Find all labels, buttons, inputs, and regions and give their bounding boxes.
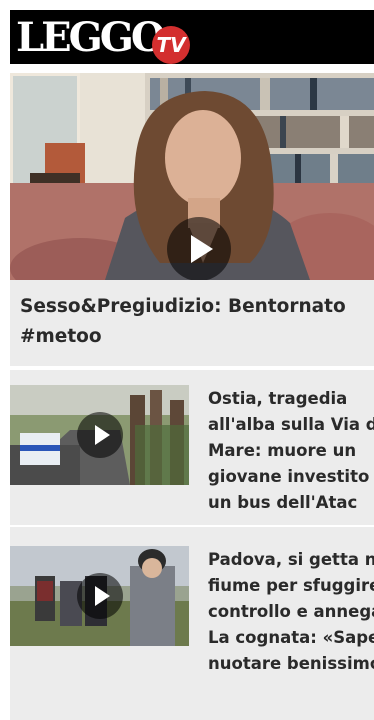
logo-tv-badge[interactable]: TV bbox=[152, 26, 190, 64]
story-title[interactable]: Ostia, tragedia all'alba sulla Via del M… bbox=[208, 386, 374, 516]
story-thumbnail[interactable] bbox=[10, 546, 189, 646]
story-title[interactable]: Padova, si getta nel fiume per sfuggire … bbox=[208, 547, 374, 677]
hero-title[interactable]: Sesso&Pregiudizio: Bentornato #metoo bbox=[20, 292, 360, 352]
story-thumbnail[interactable] bbox=[10, 385, 189, 485]
play-button[interactable] bbox=[77, 573, 123, 619]
story-item[interactable]: Ostia, tragedia all'alba sulla Via del M… bbox=[10, 370, 374, 525]
story-item[interactable]: Padova, si getta nel fiume per sfuggire … bbox=[10, 527, 374, 720]
site-header: LEGGO TV bbox=[10, 10, 374, 64]
play-button[interactable] bbox=[77, 412, 123, 458]
play-icon bbox=[95, 425, 110, 445]
hero-video-thumbnail[interactable] bbox=[10, 73, 374, 280]
hero-caption[interactable]: Sesso&Pregiudizio: Bentornato #metoo bbox=[10, 280, 374, 366]
logo[interactable]: LEGGO bbox=[16, 16, 166, 60]
video-page: LEGGO TV Sesso&Pregiudizio: Bentornato #… bbox=[0, 0, 374, 720]
play-icon bbox=[95, 586, 110, 606]
play-button[interactable] bbox=[167, 217, 231, 280]
play-icon bbox=[191, 235, 213, 263]
